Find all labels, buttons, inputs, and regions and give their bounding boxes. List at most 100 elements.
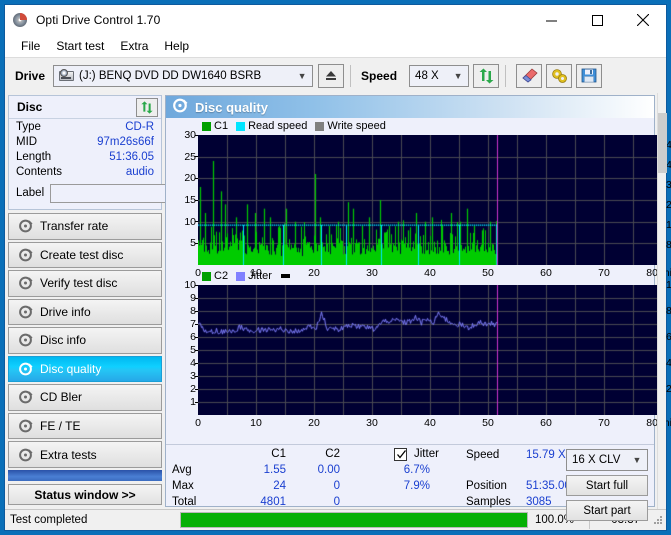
disc-test-icon (173, 98, 188, 116)
start-part-button[interactable]: Start part (566, 500, 648, 521)
x-tick-label: 40 (424, 267, 436, 279)
sidebar-item-label: Create test disc (40, 247, 124, 262)
legend-label-c1: C1 (214, 120, 229, 132)
legend-label-jitter: Jitter (248, 270, 272, 282)
minimize-button[interactable] (528, 5, 574, 35)
app-icon (13, 12, 29, 28)
drive-label: Drive (15, 68, 46, 83)
jitter-checkbox[interactable] (394, 448, 407, 461)
sidebar-item-create-test-disc[interactable]: Create test disc (8, 241, 162, 269)
disc-row-key: MID (16, 135, 38, 148)
sidebar-item-disc-info[interactable]: Disc info (8, 327, 162, 354)
speed-select[interactable]: 48 X ▼ (409, 64, 470, 87)
disc-panel-title: Disc (17, 100, 43, 114)
close-button[interactable] (620, 5, 666, 35)
sidebar-item-label: Disc info (40, 333, 87, 348)
sidebar-item-extra-tests[interactable]: Extra tests (8, 441, 162, 468)
x-tick-label: 20 (308, 267, 320, 279)
disc-test-icon (17, 248, 35, 262)
disc-row-mid: MID 97m26s66f (9, 134, 161, 149)
sidebar-item-drive-info[interactable]: Drive info (8, 298, 162, 326)
chart1-legend: C1 Read speed Write speed (202, 120, 386, 132)
sidebar-item-label: Verify test disc (40, 276, 118, 291)
progress-bar-fill (181, 513, 527, 527)
stats-max-jitter: 7.9% (403, 480, 430, 492)
chevron-down-icon: ▼ (453, 70, 463, 81)
sidebar-item-cd-bler[interactable]: CD Bler (8, 384, 162, 411)
sidebar-item-fe-te[interactable]: FE / TE (8, 412, 162, 440)
samples-stat-label: Samples (466, 496, 511, 508)
stats-avg-c1: 1.55 (263, 464, 286, 476)
y-tick-label: 25 (184, 150, 196, 163)
y-tick-label: 8 (190, 305, 196, 317)
y-tick-label: 4 (190, 357, 196, 369)
y2-tick-label: 6% (666, 331, 671, 343)
disc-label-row: Label (9, 179, 256, 209)
sidebar-item-label: CD Bler (40, 390, 83, 405)
refresh-icon (479, 68, 494, 83)
menu-item-start-test[interactable]: Start test (48, 37, 112, 55)
y-tick-label: 15 (184, 194, 196, 206)
disc-refresh-button[interactable] (136, 97, 158, 117)
sidebar-item-disc-quality[interactable]: Disc quality (8, 355, 162, 383)
sidebar-item-verify-test-disc[interactable]: Verify test disc (8, 270, 162, 297)
y-tick-mark (195, 388, 198, 390)
stats-max-c2: 0 (333, 480, 340, 492)
refresh-button[interactable] (473, 63, 500, 88)
y2-tick-label: 10% (666, 279, 671, 291)
save-button[interactable] (576, 63, 603, 88)
y-tick-label: 30 (184, 129, 196, 141)
chart-c2-jitter (198, 285, 662, 415)
settings-button[interactable] (546, 63, 573, 88)
x-tick-label: 30 (366, 267, 378, 279)
menu-item-file[interactable]: File (13, 37, 48, 55)
eject-icon (326, 71, 337, 80)
start-full-button[interactable]: Start full (566, 475, 648, 496)
y2-tick-label: 8 X (666, 239, 671, 251)
disc-row-length: Length 51:36.05 (9, 149, 161, 164)
x-tick-label: 40 (424, 417, 436, 429)
x-tick-label: 30 (366, 417, 378, 429)
sidebar-item-transfer-rate[interactable]: Transfer rate (8, 213, 162, 240)
check-icon (397, 450, 407, 459)
y-tick-mark (195, 134, 198, 136)
stats-total-c1: 4801 (260, 496, 286, 508)
menu-item-extra[interactable]: Extra (112, 37, 156, 55)
scrollbar-thumb[interactable] (658, 113, 667, 173)
resize-grip[interactable] (652, 514, 664, 526)
drive-select-value: (J:) BENQ DVD DD DW1640 BSRB (79, 69, 262, 82)
sidebar-item-label: Extra tests (40, 447, 97, 462)
legend-swatch-read-speed (236, 121, 246, 131)
sidebar: Disc Type CD-R MID 97m26s66f Length 51:3… (5, 93, 256, 509)
y-tick-mark (195, 242, 198, 244)
y-tick-mark (195, 310, 198, 312)
x-tick-label: 20 (308, 417, 320, 429)
vertical-scrollbar[interactable] (657, 93, 667, 509)
disc-test-icon (17, 390, 35, 404)
menu-item-help[interactable]: Help (156, 37, 197, 55)
maximize-button[interactable] (574, 5, 620, 35)
stats-row-label-max: Max (172, 480, 194, 492)
title-bar: Opti Drive Control 1.70 (5, 5, 666, 35)
write-mode-select[interactable]: 16 X CLV ▼ (566, 449, 648, 471)
y2-tick-label: 32 X (666, 179, 671, 191)
sidebar-item-label: Transfer rate (40, 219, 109, 234)
toolbar-separator-1 (350, 64, 352, 87)
legend-swatch-c1 (202, 121, 211, 131)
drive-select[interactable]: (J:) BENQ DVD DD DW1640 BSRB ▼ (53, 64, 314, 87)
y-tick-label: 10 (184, 279, 196, 291)
legend-swatch-write-speed (315, 121, 325, 131)
erase-button[interactable] (516, 63, 543, 88)
sidebar-item-label: Drive info (40, 304, 91, 319)
x-tick-label: 50 (482, 267, 494, 279)
y-tick-label: 10 (184, 215, 196, 228)
disc-test-icon (17, 276, 35, 290)
eject-button[interactable] (318, 63, 345, 88)
status-window-button[interactable]: Status window >> (8, 484, 162, 505)
y-tick-mark (195, 336, 198, 338)
y2-tick-label: 8% (666, 305, 671, 317)
legend-label-read-speed: Read speed (248, 120, 308, 132)
disc-row-value: audio (125, 165, 154, 178)
y-tick-mark (195, 323, 198, 325)
y-tick-label: 5 (190, 344, 196, 356)
